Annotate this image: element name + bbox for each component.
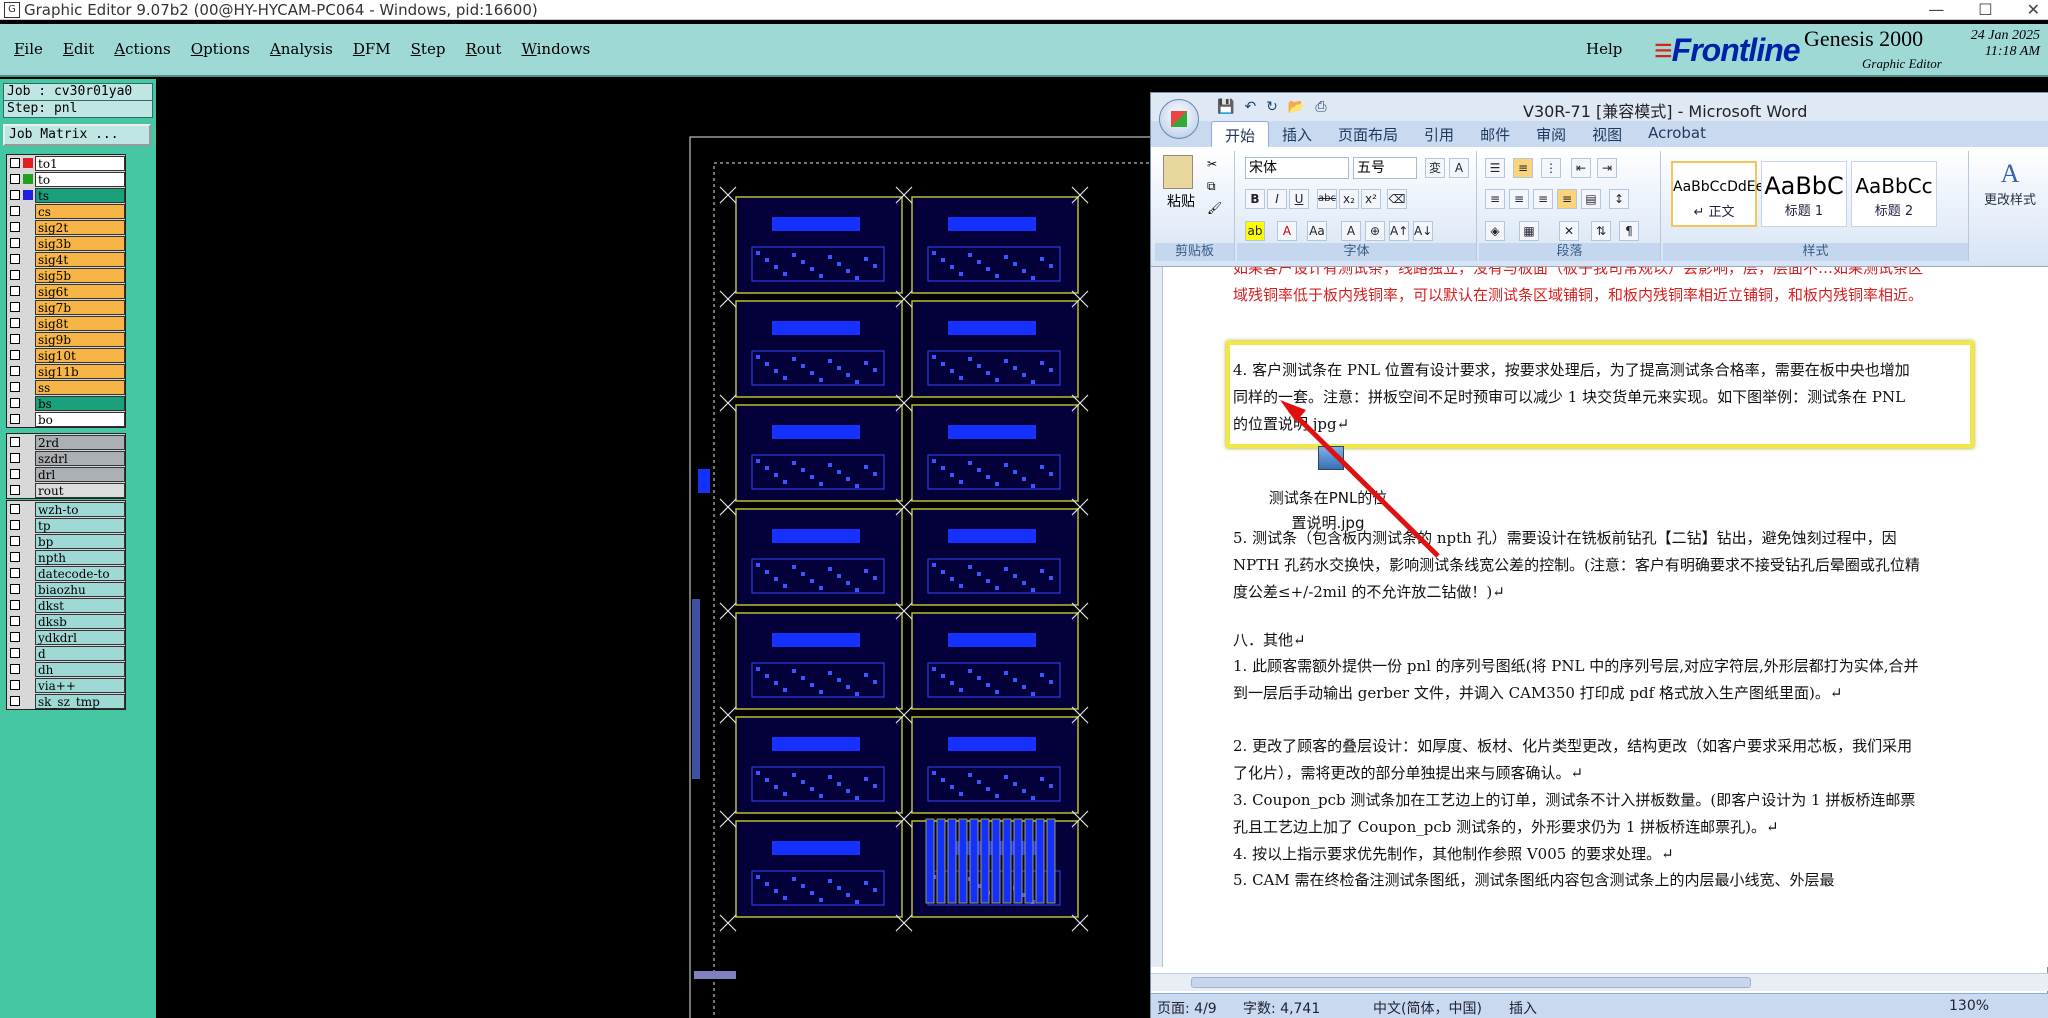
annotation-arrow-layer xyxy=(1280,400,1440,558)
office-button-icon[interactable] xyxy=(1159,99,1199,139)
annotation-arrow xyxy=(1288,408,1440,558)
